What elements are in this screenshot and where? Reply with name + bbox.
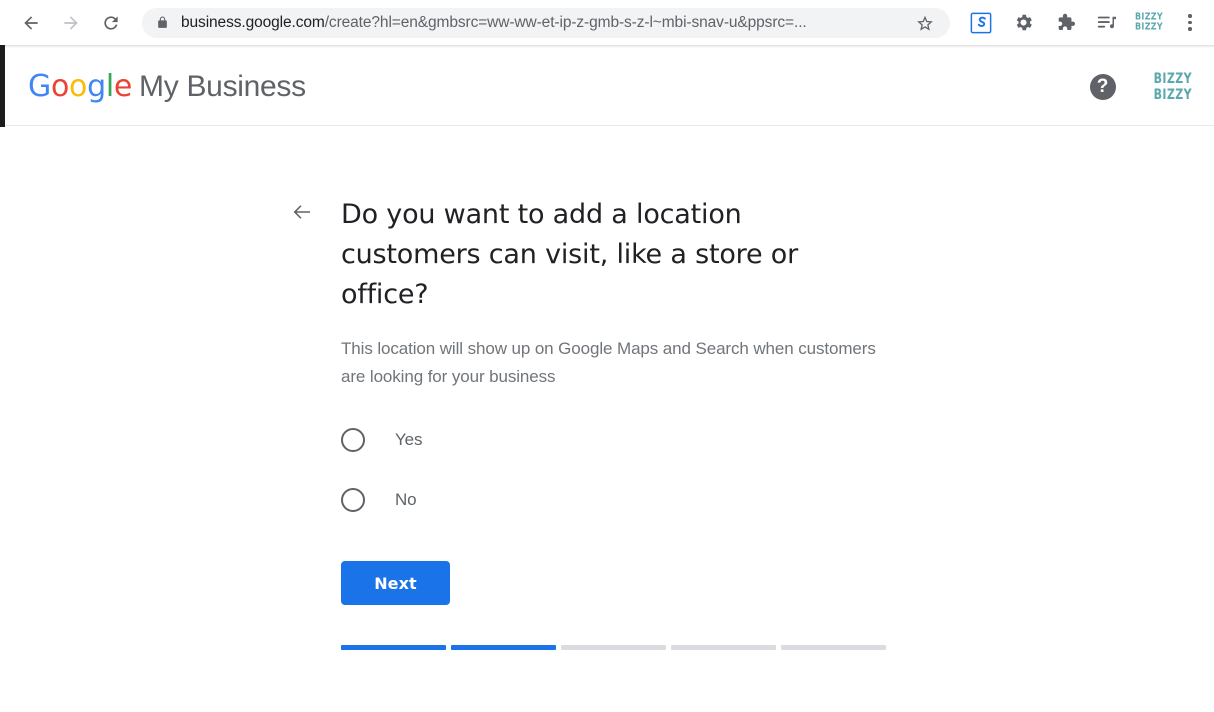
reload-icon [104, 15, 118, 30]
header-actions: ? BIZZY BIZZY [1089, 71, 1192, 101]
location-visibility-radio-group: Yes No [341, 427, 901, 513]
app-header: Google My Business ? BIZZY BIZZY [5, 48, 1214, 126]
bizzy-bizzy-extension-icon[interactable]: BIZZY BIZZY [1134, 8, 1164, 38]
radio-circle-yes-icon[interactable] [341, 428, 365, 452]
progress-segment-3 [561, 645, 666, 650]
url-text: business.google.com/create?hl=en&gmbsrc=… [181, 14, 908, 32]
progress-segment-4 [671, 645, 776, 650]
browser-reload-button[interactable] [94, 6, 128, 40]
address-bar[interactable]: business.google.com/create?hl=en&gmbsrc=… [142, 7, 950, 38]
back-arrow-icon [293, 205, 310, 219]
account-avatar[interactable]: BIZZY BIZZY [1154, 71, 1192, 101]
progress-segment-1 [341, 645, 446, 650]
progress-segment-5 [781, 645, 886, 650]
extension-tray: BIZZY BIZZY [960, 8, 1170, 38]
forward-arrow-icon [64, 15, 78, 30]
next-button[interactable]: Next [341, 561, 450, 605]
browser-toolbar: business.google.com/create?hl=en&gmbsrc=… [0, 0, 1214, 45]
onboarding-form: Do you want to add a location customers … [341, 195, 901, 650]
google-wordmark: Google [28, 69, 133, 104]
radio-option-yes[interactable]: Yes [341, 427, 901, 453]
back-arrow-icon [24, 15, 38, 30]
help-icon[interactable]: ? [1089, 73, 1116, 100]
bizzy-bizzy-extension-text: BIZZY BIZZY [1135, 11, 1163, 33]
help-glyph: ? [1096, 76, 1109, 97]
radio-label-no: No [395, 490, 417, 509]
page-title: Do you want to add a location customers … [341, 199, 798, 310]
radio-label-yes: Yes [395, 430, 423, 449]
menu-dot [1188, 27, 1192, 31]
three-dot-menu-icon[interactable] [1176, 8, 1204, 38]
gear-extension-icon[interactable] [1008, 8, 1038, 38]
url-path: /create?hl=en&gmbsrc=ww-ww-et-ip-z-gmb-s… [324, 13, 807, 31]
product-name-label: My Business [139, 70, 306, 103]
lock-icon [156, 15, 169, 30]
radio-option-no[interactable]: No [341, 487, 901, 513]
bookmark-star-icon [917, 15, 933, 31]
progress-segment-2 [451, 645, 556, 650]
bizzy-ext-line2: BIZZY [1135, 21, 1163, 33]
step-back-button[interactable] [288, 198, 316, 226]
puzzle-extensions-icon[interactable] [1050, 8, 1080, 38]
page-subtitle: This location will show up on Google Map… [341, 339, 876, 386]
browser-forward-button[interactable] [54, 6, 88, 40]
browser-back-button[interactable] [14, 6, 48, 40]
google-my-business-logo[interactable]: Google My Business [28, 69, 306, 104]
account-logo-line2: BIZZY [1153, 85, 1192, 103]
playlist-extension-icon[interactable] [1092, 8, 1122, 38]
account-logo-line1: BIZZY [1153, 70, 1192, 88]
url-host: business.google.com [181, 13, 325, 31]
menu-dot [1188, 20, 1192, 25]
onboarding-progress-bar [341, 645, 901, 650]
menu-dot [1188, 14, 1192, 18]
bookmark-star-button[interactable] [912, 10, 938, 36]
scribe-extension-icon[interactable] [966, 8, 996, 38]
radio-circle-no-icon[interactable] [341, 488, 365, 512]
